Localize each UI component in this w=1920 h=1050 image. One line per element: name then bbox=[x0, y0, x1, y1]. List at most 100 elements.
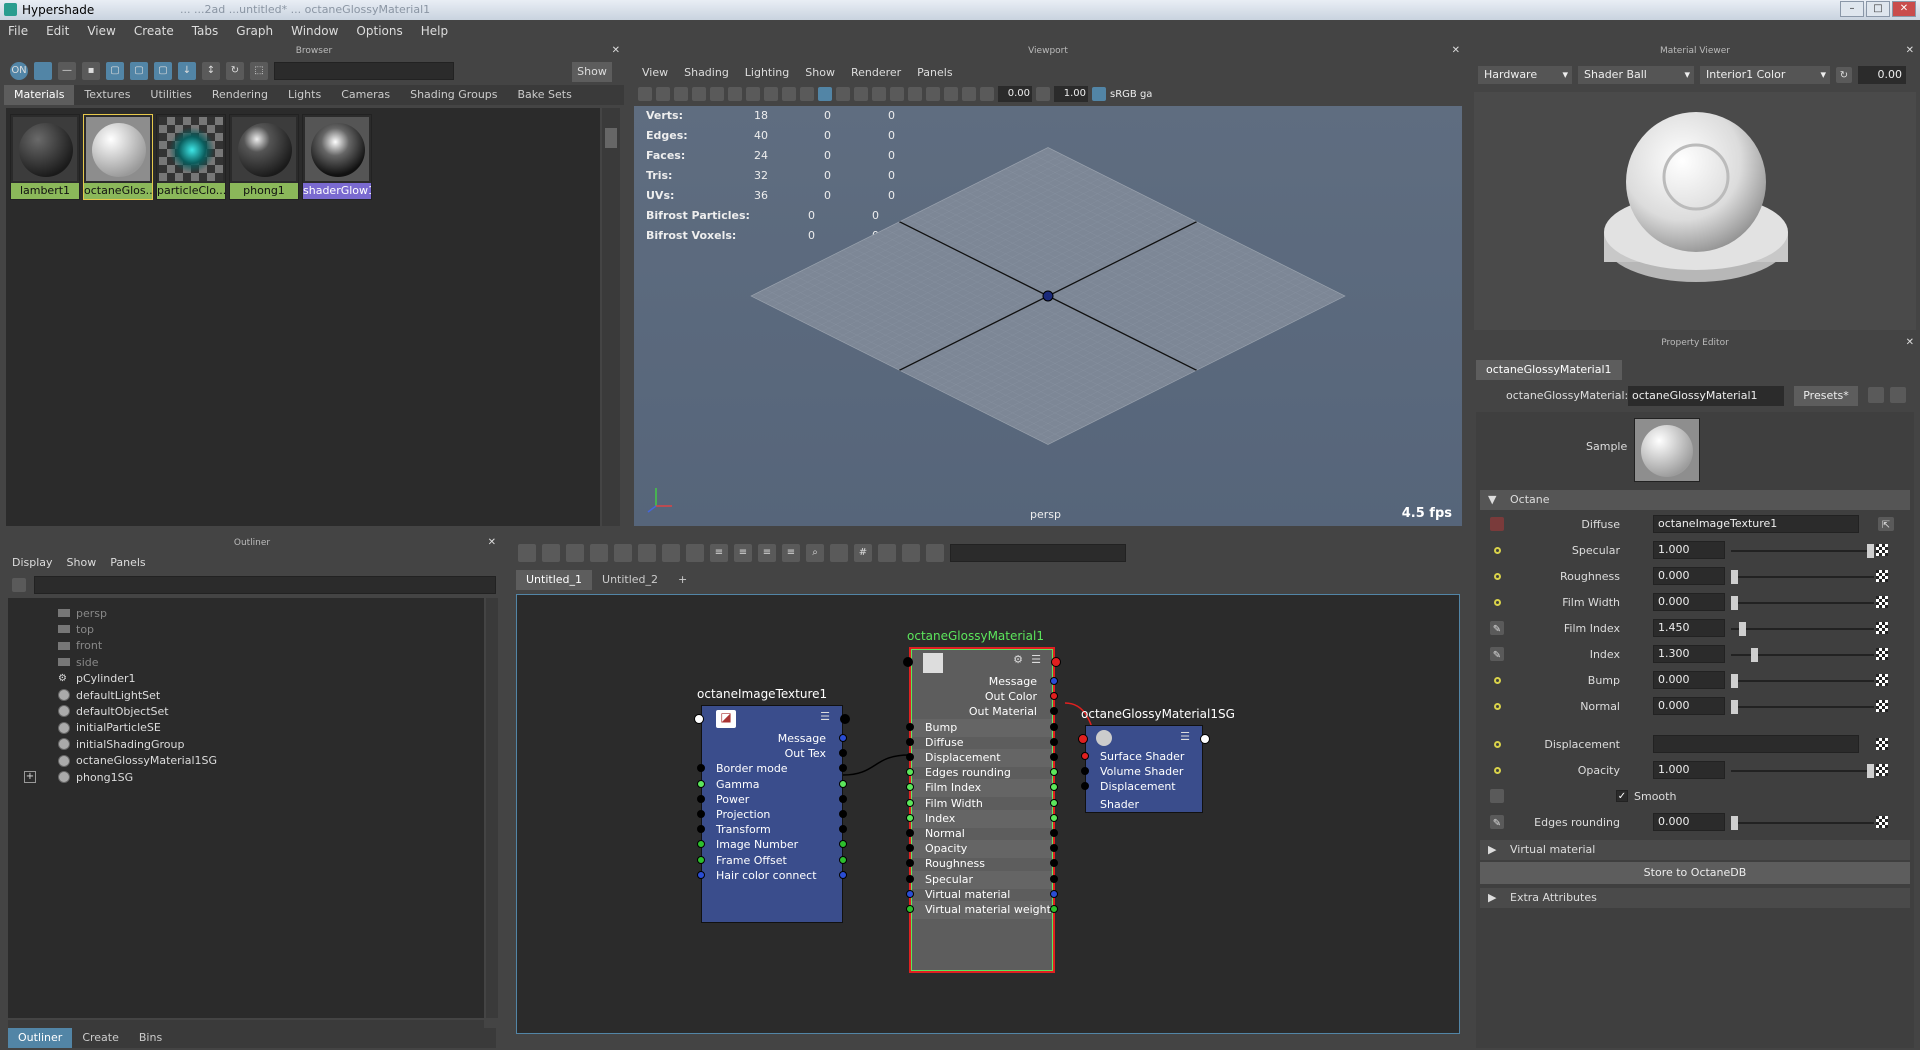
map-button-icon[interactable] bbox=[1876, 544, 1888, 556]
tab-textures[interactable]: Textures bbox=[74, 85, 140, 105]
browser-scrollbar[interactable] bbox=[602, 108, 620, 526]
input-port[interactable] bbox=[1081, 767, 1089, 776]
tab-outliner[interactable]: Outliner bbox=[8, 1028, 73, 1048]
input-port[interactable] bbox=[1081, 782, 1089, 791]
input-port[interactable] bbox=[906, 874, 914, 883]
outliner-item[interactable]: initialParticleSE bbox=[58, 719, 161, 737]
xlarge-icons-icon[interactable]: ▢ bbox=[154, 62, 172, 80]
vp-menu-show[interactable]: Show bbox=[805, 66, 835, 79]
renderer-dropdown[interactable]: Hardware ▾ bbox=[1478, 66, 1572, 84]
opacity-field[interactable]: 1.000 bbox=[1653, 761, 1725, 779]
edges-rounding-slider[interactable] bbox=[1731, 816, 1874, 830]
input-port[interactable] bbox=[1081, 752, 1089, 760]
filter-icon[interactable]: ⬚ bbox=[250, 62, 268, 80]
exposure-icon[interactable] bbox=[980, 87, 994, 101]
view-icons-icon[interactable] bbox=[34, 62, 52, 80]
bookmark-icon[interactable] bbox=[926, 544, 944, 562]
map-button-icon[interactable] bbox=[1876, 816, 1888, 828]
input-port[interactable] bbox=[697, 779, 705, 788]
input-port[interactable] bbox=[906, 768, 914, 777]
map-button-icon[interactable] bbox=[1876, 738, 1888, 750]
swatch-lambert1[interactable]: lambert1 bbox=[10, 114, 80, 200]
sample-swatch[interactable] bbox=[1634, 418, 1700, 482]
node-input-attr[interactable]: Hair color connect bbox=[697, 867, 847, 885]
input-port[interactable] bbox=[697, 855, 705, 864]
node-shading-group[interactable]: ☰ Surface Shader Volume Shader Displacemen… bbox=[1078, 725, 1210, 813]
outliner-scrollbar[interactable] bbox=[486, 598, 498, 1018]
graph-search-input[interactable] bbox=[950, 544, 1126, 562]
input-port[interactable] bbox=[906, 889, 914, 898]
maximize-button[interactable]: □ bbox=[1866, 1, 1890, 17]
swatch-icon[interactable] bbox=[830, 544, 848, 562]
input-connections-icon[interactable] bbox=[518, 544, 536, 562]
attr-value-field[interactable]: 0.000 bbox=[1653, 593, 1725, 611]
store-octanedb-button[interactable]: Store to OctaneDB bbox=[1480, 862, 1910, 884]
browser-search-input[interactable] bbox=[274, 62, 454, 80]
small-icons-icon[interactable]: ▪ bbox=[82, 62, 100, 80]
image-plane-icon[interactable] bbox=[692, 87, 706, 101]
attr-value-field[interactable]: 1.450 bbox=[1653, 619, 1725, 637]
close-icon[interactable]: ✕ bbox=[1906, 45, 1914, 56]
xray-icon[interactable] bbox=[962, 87, 976, 101]
color-manage-icon[interactable] bbox=[1092, 87, 1106, 101]
swatch-shaderglow1[interactable]: shaderGlow1 bbox=[302, 114, 372, 200]
displacement-field[interactable] bbox=[1653, 735, 1859, 753]
bookmark-icon[interactable] bbox=[674, 87, 688, 101]
io-connections-icon[interactable] bbox=[542, 544, 560, 562]
vp-menu-panels[interactable]: Panels bbox=[917, 66, 952, 79]
menu-window[interactable]: Window bbox=[291, 24, 338, 38]
geometry-dropdown[interactable]: Shader Ball ▾ bbox=[1578, 66, 1694, 84]
aa-icon[interactable] bbox=[926, 87, 940, 101]
section-virtual-material[interactable]: ▶ Virtual material bbox=[1480, 840, 1910, 860]
attr-slider[interactable] bbox=[1731, 570, 1874, 584]
vp-menu-lighting[interactable]: Lighting bbox=[745, 66, 789, 79]
output-port[interactable] bbox=[840, 714, 850, 724]
menu-tabs[interactable]: Tabs bbox=[192, 24, 219, 38]
safe-action-icon[interactable] bbox=[800, 87, 814, 101]
input-port[interactable] bbox=[697, 825, 705, 834]
input-port[interactable] bbox=[906, 783, 914, 792]
input-port[interactable] bbox=[906, 813, 914, 822]
lock-camera-icon[interactable] bbox=[656, 87, 670, 101]
diffuse-field[interactable]: octaneImageTexture1 bbox=[1653, 515, 1859, 533]
refresh-icon[interactable]: ↻ bbox=[1836, 67, 1852, 83]
show-button[interactable]: Show bbox=[572, 62, 612, 82]
grid-icon[interactable] bbox=[710, 87, 724, 101]
menu-icon[interactable]: ☰ bbox=[1180, 730, 1190, 743]
close-icon[interactable]: ✕ bbox=[612, 45, 620, 56]
output-port[interactable] bbox=[1050, 829, 1058, 837]
output-connections-icon[interactable] bbox=[566, 544, 584, 562]
input-port[interactable] bbox=[906, 798, 914, 807]
map-button-icon[interactable] bbox=[1876, 596, 1888, 608]
menu-edit[interactable]: Edit bbox=[46, 24, 69, 38]
gamma-field[interactable]: 1.00 bbox=[1054, 86, 1088, 102]
attr-slider[interactable] bbox=[1731, 674, 1874, 688]
field-chart-icon[interactable] bbox=[782, 87, 796, 101]
vp-menu-shading[interactable]: Shading bbox=[684, 66, 729, 79]
swatch-octaneglossy[interactable]: octaneGlos... bbox=[83, 114, 153, 200]
attr-value-field[interactable]: 1.300 bbox=[1653, 645, 1725, 663]
tab-create[interactable]: Create bbox=[72, 1028, 129, 1048]
outliner-menu-display[interactable]: Display bbox=[12, 556, 53, 569]
menu-graph[interactable]: Graph bbox=[236, 24, 273, 38]
input-port[interactable] bbox=[906, 829, 914, 837]
node-input-attr[interactable]: Displacement Shader bbox=[1081, 778, 1202, 811]
edges-rounding-field[interactable]: 0.000 bbox=[1653, 813, 1725, 831]
lights-icon[interactable] bbox=[872, 87, 886, 101]
map-button-icon[interactable] bbox=[1876, 674, 1888, 686]
connected-mode-icon[interactable]: ≡ bbox=[734, 544, 752, 562]
textured-icon[interactable] bbox=[854, 87, 868, 101]
menu-file[interactable]: File bbox=[8, 24, 28, 38]
tab-untitled-1[interactable]: Untitled_1 bbox=[516, 570, 593, 590]
output-port[interactable] bbox=[839, 870, 847, 879]
outliner-menu-show[interactable]: Show bbox=[67, 556, 97, 569]
output-port[interactable] bbox=[839, 794, 847, 803]
menu-icon[interactable]: ☰ bbox=[820, 710, 830, 723]
tab-bake-sets[interactable]: Bake Sets bbox=[508, 85, 582, 105]
camera-icon[interactable] bbox=[638, 87, 652, 101]
exposure-field[interactable]: 0.00 bbox=[1858, 66, 1906, 84]
outliner-item[interactable]: persp bbox=[58, 604, 107, 622]
film-gate-icon[interactable] bbox=[728, 87, 742, 101]
colorspace-label[interactable]: sRGB ga bbox=[1110, 89, 1152, 100]
map-button-icon[interactable] bbox=[1876, 570, 1888, 582]
